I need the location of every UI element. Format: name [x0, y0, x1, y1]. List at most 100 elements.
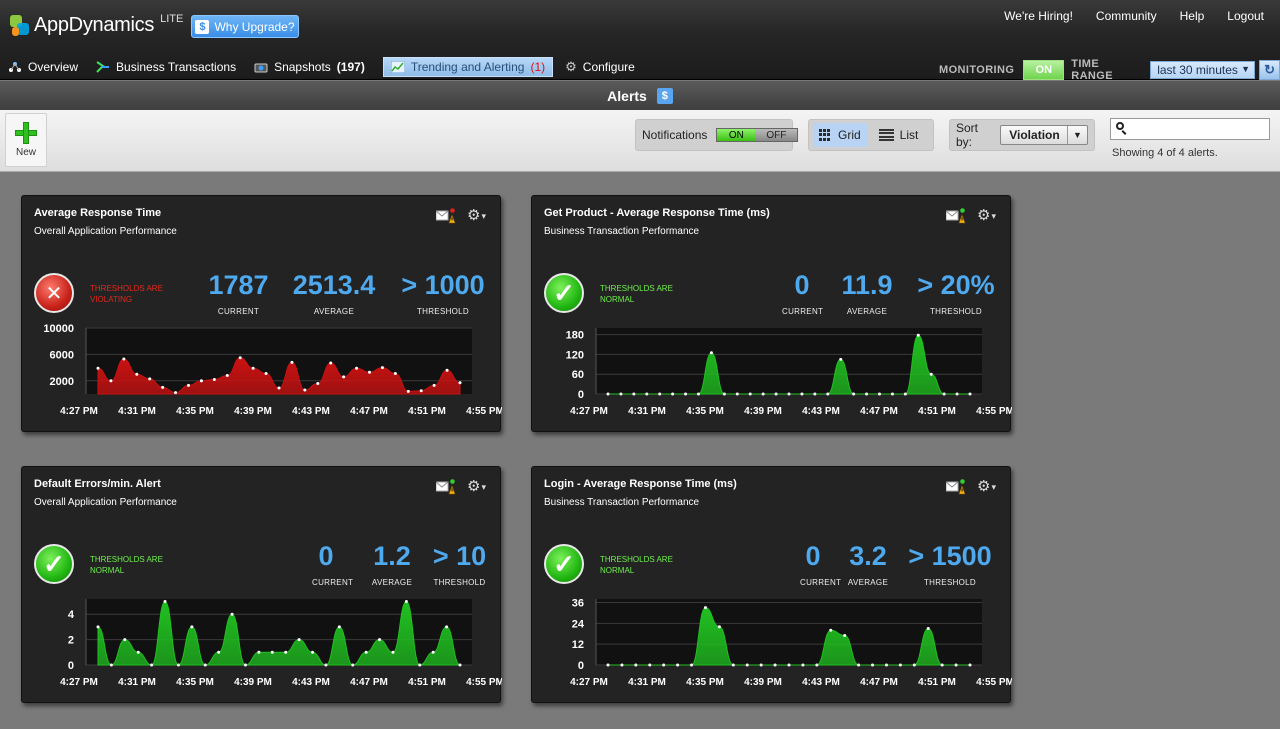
notifications-toggle[interactable]: ON OFF	[716, 128, 799, 142]
nav-snapshots[interactable]: Snapshots (197)	[254, 57, 365, 77]
dollar-icon[interactable]: $	[656, 87, 673, 104]
status-indicator: ✕	[34, 273, 74, 313]
hiring-link[interactable]: We're Hiring!	[1004, 9, 1073, 23]
data-point	[968, 392, 972, 396]
data-point	[238, 356, 242, 360]
gear-icon[interactable]: ⚙	[977, 206, 996, 224]
list-view-button[interactable]: List	[873, 123, 925, 147]
search-box[interactable]	[1110, 118, 1270, 140]
email-alert-icon[interactable]	[946, 208, 966, 224]
x-tick-label: 4:31 PM	[628, 406, 666, 417]
data-point	[759, 663, 763, 667]
data-point	[722, 392, 726, 396]
nav-trending-alerting[interactable]: Trending and Alerting (1)	[382, 57, 554, 77]
data-point	[857, 663, 861, 667]
notifications-on[interactable]: ON	[717, 129, 756, 141]
x-tick-label: 4:47 PM	[350, 677, 388, 688]
search-input[interactable]	[1129, 121, 1265, 137]
gear-icon[interactable]: ⚙	[977, 477, 996, 495]
grid-icon	[819, 128, 832, 142]
top-header: AppDynamics LITE $ Why Upgrade? We're Hi…	[0, 0, 1280, 82]
x-tick-label: 4:35 PM	[686, 677, 724, 688]
nav-overview[interactable]: Overview	[8, 57, 78, 77]
list-label: List	[899, 128, 919, 142]
help-link[interactable]: Help	[1180, 9, 1205, 23]
gear-icon[interactable]: ⚙	[467, 477, 486, 495]
email-alert-icon[interactable]	[946, 479, 966, 495]
current-label: CURRENT	[782, 307, 824, 316]
trend-chart: 4 2 0 4:27 PM 4:31 PM 4:35 PM 4:39 PM 4:43 PM 4:…	[60, 599, 502, 688]
x-tick-label: 4:51 PM	[918, 406, 956, 417]
refresh-button[interactable]: ↻	[1259, 60, 1280, 80]
data-point	[136, 650, 140, 654]
current-value: 0	[805, 541, 821, 571]
data-point	[187, 383, 190, 387]
status-mark-icon: ✓	[43, 548, 65, 579]
y-tick-label: 24	[572, 618, 585, 630]
email-alert-icon[interactable]	[436, 479, 456, 495]
nav-overview-label: Overview	[28, 60, 79, 74]
camera-icon	[254, 63, 268, 73]
data-point	[311, 650, 315, 654]
data-point	[843, 633, 847, 637]
data-point	[813, 392, 817, 396]
data-point	[703, 606, 707, 610]
data-point	[368, 370, 371, 374]
logout-link[interactable]: Logout	[1227, 9, 1264, 23]
monitoring-toggle[interactable]: ON	[1023, 60, 1065, 80]
alert-title: Default Errors/min. Alert	[34, 478, 161, 490]
x-tick-label: 4:39 PM	[234, 677, 272, 688]
data-point	[212, 377, 216, 381]
alert-subtitle: Overall Application Performance	[34, 497, 177, 508]
email-alert-icon[interactable]	[436, 208, 456, 224]
app-logo[interactable]: AppDynamics LITE	[10, 13, 183, 37]
threshold-value: > 10	[432, 541, 487, 571]
x-tick-label: 4:55 PM	[976, 677, 1012, 688]
trending-icon	[390, 61, 405, 73]
data-point	[800, 392, 804, 396]
nav-business-transactions[interactable]: Business Transactions	[96, 57, 236, 77]
page-title-bar: Alerts $	[0, 81, 1280, 110]
current-metric: 0 CURRENT	[800, 541, 842, 587]
nav-configure[interactable]: ⚙ Configure	[565, 57, 635, 77]
status-mark-icon: ✓	[553, 548, 575, 579]
x-tick-label: 4:35 PM	[176, 406, 214, 417]
average-value: 2513.4	[292, 270, 376, 300]
threshold-value: > 1500	[908, 541, 992, 571]
alert-card-4[interactable]: Login - Average Response Time (ms) Busin…	[531, 466, 1012, 703]
chevron-down-icon: ▼	[1241, 64, 1251, 74]
new-alert-button[interactable]: New	[5, 113, 47, 167]
data-point	[787, 663, 791, 667]
business-transactions-icon	[96, 61, 110, 73]
time-range-select[interactable]: last 30 minutes ▼	[1150, 61, 1256, 79]
status-mark-icon: ✓	[553, 277, 575, 308]
alert-title: Average Response Time	[34, 207, 162, 219]
snapshots-count: (197)	[336, 60, 365, 74]
data-point	[898, 663, 902, 667]
data-point	[123, 638, 127, 642]
threshold-metric: > 10 THRESHOLD	[427, 541, 492, 587]
status-text: THRESHOLDS ARE NORMAL	[90, 555, 163, 575]
grid-view-button[interactable]: Grid	[813, 123, 867, 147]
data-point	[243, 663, 247, 667]
plus-icon	[15, 122, 37, 144]
alert-card-3[interactable]: Default Errors/min. Alert Overall Applic…	[21, 466, 502, 703]
x-tick-label: 4:27 PM	[570, 677, 608, 688]
community-link[interactable]: Community	[1096, 9, 1157, 23]
data-point	[418, 663, 422, 667]
view-toggle-group: Grid List	[808, 119, 934, 151]
why-upgrade-button[interactable]: $ Why Upgrade?	[191, 15, 299, 38]
data-point	[773, 663, 777, 667]
alert-card-2[interactable]: Get Product - Average Response Time (ms)…	[531, 195, 1012, 432]
data-point	[884, 663, 888, 667]
trend-chart: 10000 6000 2000 4:27 PM 4:31 PM 4:35 PM 4:39 P…	[43, 324, 502, 417]
new-label: New	[15, 147, 36, 158]
sort-select[interactable]: Violation ▼	[1000, 125, 1088, 145]
gear-icon[interactable]: ⚙	[467, 206, 486, 224]
top-links: We're Hiring! Community Help Logout	[1004, 9, 1264, 23]
current-label: CURRENT	[800, 578, 842, 587]
gear-icon: ⚙	[565, 59, 577, 74]
alert-card-1[interactable]: Average Response Time Overall Applicatio…	[21, 195, 502, 432]
x-tick-label: 4:51 PM	[408, 677, 446, 688]
notifications-off[interactable]: OFF	[755, 129, 798, 141]
